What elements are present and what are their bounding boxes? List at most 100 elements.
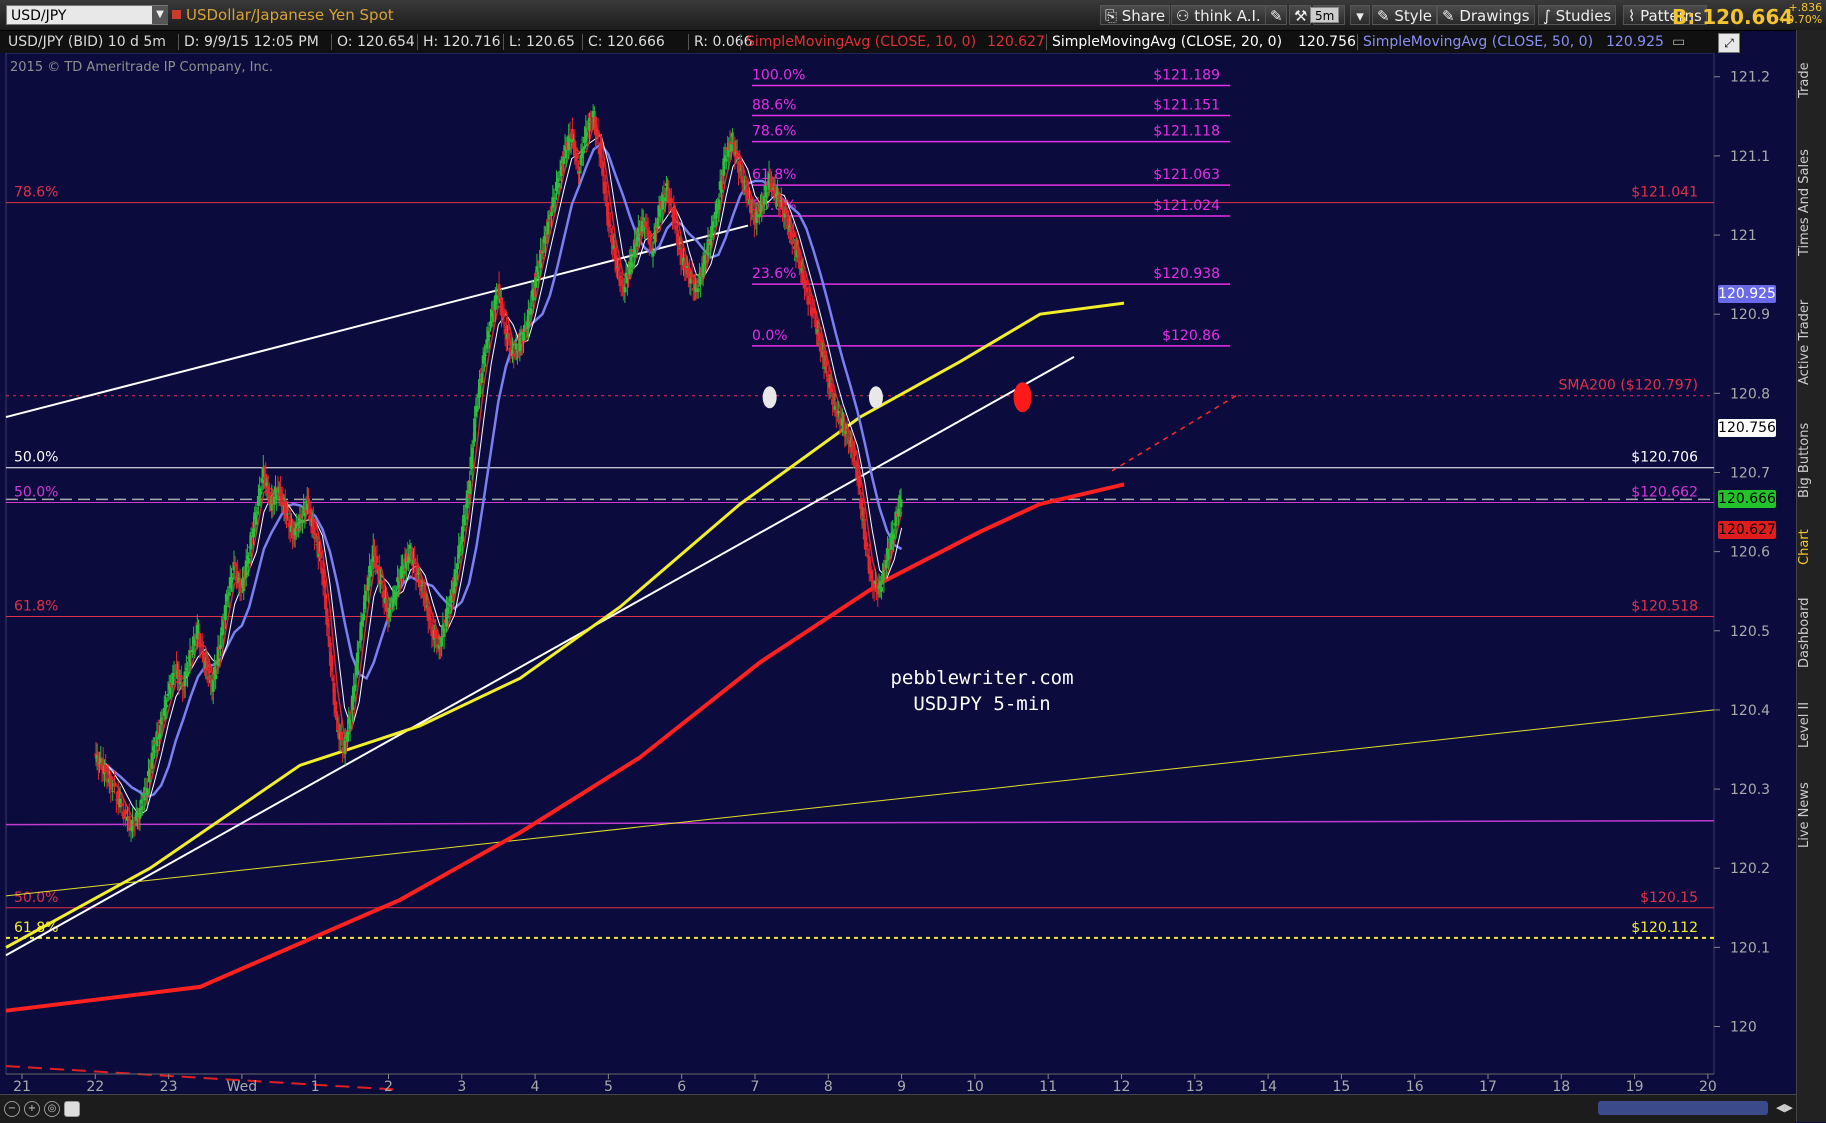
fib-price-label: $121.024	[1153, 198, 1220, 214]
y-tick-label: 121.1	[1730, 149, 1770, 165]
x-tick-label: 6	[677, 1079, 686, 1094]
candle-body	[603, 181, 607, 194]
y-tick-label: 120.1	[1730, 940, 1770, 956]
fib-price-label: $120.938	[1153, 266, 1220, 282]
y-tick-label: 120.6	[1730, 545, 1770, 561]
candle-body	[300, 519, 304, 523]
candle-body	[109, 775, 113, 790]
header-open: O: 120.654	[337, 34, 415, 50]
share-button[interactable]: ⎘ Share	[1100, 5, 1171, 25]
symbol-input[interactable]: USD/JPY	[6, 5, 168, 25]
studies-button[interactable]: ∫ Studies	[1538, 5, 1617, 25]
candle-body	[892, 534, 896, 540]
drawings-label: Drawings	[1459, 7, 1530, 25]
touch-marker	[762, 386, 777, 409]
fib-percent-label: 88.6%	[752, 98, 796, 114]
flex-grid-icon[interactable]: ▾	[1350, 5, 1370, 25]
candle-body	[113, 783, 117, 787]
sidebar-tab-live-news[interactable]: Live News	[1797, 770, 1826, 860]
candle-body	[456, 563, 460, 570]
level-right-label: $120.662	[1631, 485, 1698, 501]
candle-body	[635, 237, 639, 247]
x-tick-label: 11	[1039, 1079, 1057, 1094]
candle-body	[413, 558, 417, 565]
sidebar-tab-dashboard[interactable]: Dashboard	[1797, 585, 1826, 680]
sidebar-tab-level-ii[interactable]: Level II	[1797, 690, 1826, 760]
sidebar-tab-times-and-sales[interactable]: Times And Sales	[1797, 130, 1826, 275]
drawings-button[interactable]: ✎ Drawings	[1437, 5, 1535, 25]
zoom-in-icon[interactable]: +	[24, 1101, 40, 1117]
candle-body	[161, 720, 165, 722]
x-tick-label: 20	[1699, 1079, 1717, 1094]
bid-change-percent: +0.70%	[1778, 13, 1823, 26]
sidebar-tab-trade[interactable]: Trade	[1797, 40, 1826, 120]
header-separator	[503, 34, 504, 50]
header-separator	[1357, 34, 1358, 50]
level-right-label: $120.706	[1631, 450, 1698, 466]
candle-body	[314, 532, 318, 537]
candle-body	[751, 208, 755, 211]
sma50-label[interactable]: SimpleMovingAvg (CLOSE, 50, 0)	[1363, 31, 1593, 53]
header-high: H: 120.716	[423, 34, 501, 50]
expand-icon[interactable]: ⤢	[1718, 33, 1740, 53]
candle-body	[211, 680, 215, 692]
magnifier-icon[interactable]	[64, 1101, 80, 1117]
header-separator	[582, 34, 583, 50]
price-chart[interactable]: 78.6% $121.041SMA200 ($120.797)50.0% $120.…	[0, 53, 1796, 1094]
x-tick-label: 8	[824, 1079, 833, 1094]
level-right-label: $120.518	[1631, 599, 1698, 615]
candle-body	[357, 652, 361, 654]
wrench-icon[interactable]: ⚒	[1289, 5, 1311, 25]
symbol-description: USDollar/Japanese Yen Spot	[186, 6, 394, 24]
drawing-tool-icon[interactable]: ✎	[1265, 5, 1287, 25]
level-right-label: SMA200 ($120.797)	[1559, 378, 1698, 394]
candle-body	[120, 803, 124, 807]
candle-body	[186, 671, 190, 677]
sma20-label[interactable]: SimpleMovingAvg (CLOSE, 20, 0)	[1052, 31, 1282, 53]
candle-body	[608, 224, 612, 227]
right-sidebar: Trade Times And Sales Active Trader Big …	[1796, 30, 1826, 1122]
sidebar-tab-active-trader[interactable]: Active Trader	[1797, 285, 1826, 400]
candle-body	[857, 477, 861, 489]
sidebar-tab-big-buttons[interactable]: Big Buttons	[1797, 410, 1826, 510]
zoom-out-icon[interactable]: −	[4, 1101, 20, 1117]
sma10-label[interactable]: SimpleMovingAvg (CLOSE, 10, 0)	[746, 31, 976, 53]
level-left-label: 50.0%	[14, 485, 58, 501]
y-tick-label: 120.3	[1730, 782, 1770, 798]
candle-body	[717, 199, 721, 210]
style-button[interactable]: ✎ Style	[1372, 5, 1438, 25]
fib-percent-label: 100.0%	[752, 67, 805, 83]
scrollbar-thumb[interactable]	[1598, 1101, 1768, 1115]
sidebar-tab-chart[interactable]: Chart	[1797, 520, 1826, 575]
symbol-text: USD/JPY	[11, 8, 67, 24]
y-tick-label: 120.4	[1730, 703, 1770, 719]
x-tick-label: 17	[1479, 1079, 1497, 1094]
header-more-icon[interactable]: ▭	[1672, 31, 1685, 53]
y-tick-label: 121.2	[1730, 70, 1770, 86]
think-ai-button[interactable]: ⚇ think A.I.	[1171, 5, 1266, 25]
timeframe-button[interactable]: 5m	[1310, 7, 1340, 23]
header-separator	[740, 34, 741, 50]
x-tick-label: 4	[531, 1079, 540, 1094]
candle-body	[690, 273, 694, 278]
level-right-label: $120.15	[1640, 890, 1698, 906]
y-tick-label: 120.7	[1730, 465, 1770, 481]
candle-body	[879, 586, 883, 592]
candle-body	[557, 183, 561, 188]
candle-body	[247, 557, 251, 564]
sma20-value: 120.756	[1298, 34, 1356, 50]
y-tick-label: 120.8	[1730, 386, 1770, 402]
candle-body	[366, 577, 370, 591]
candle-body	[179, 675, 183, 678]
zoom-reset-icon[interactable]: ◎	[44, 1101, 60, 1117]
scroll-arrows-icon[interactable]: ◀▶	[1776, 1101, 1793, 1114]
x-tick-label: 16	[1406, 1079, 1424, 1094]
symbol-dropdown-icon[interactable]: ▼	[152, 6, 168, 24]
header-close: C: 120.666	[588, 34, 665, 50]
x-tick-label: 3	[457, 1079, 466, 1094]
candle-body	[853, 450, 857, 457]
candle-body	[791, 233, 795, 238]
y-tick-label: 121	[1730, 228, 1757, 244]
bid-change: +.836 +0.70%	[1778, 2, 1822, 26]
x-tick-label: 2	[384, 1079, 393, 1094]
